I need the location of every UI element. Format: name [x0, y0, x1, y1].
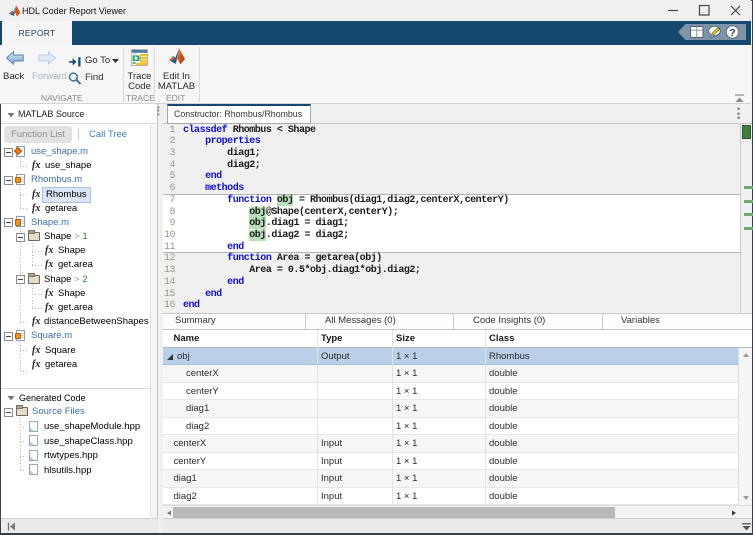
svg-text:?: ? — [729, 27, 735, 39]
